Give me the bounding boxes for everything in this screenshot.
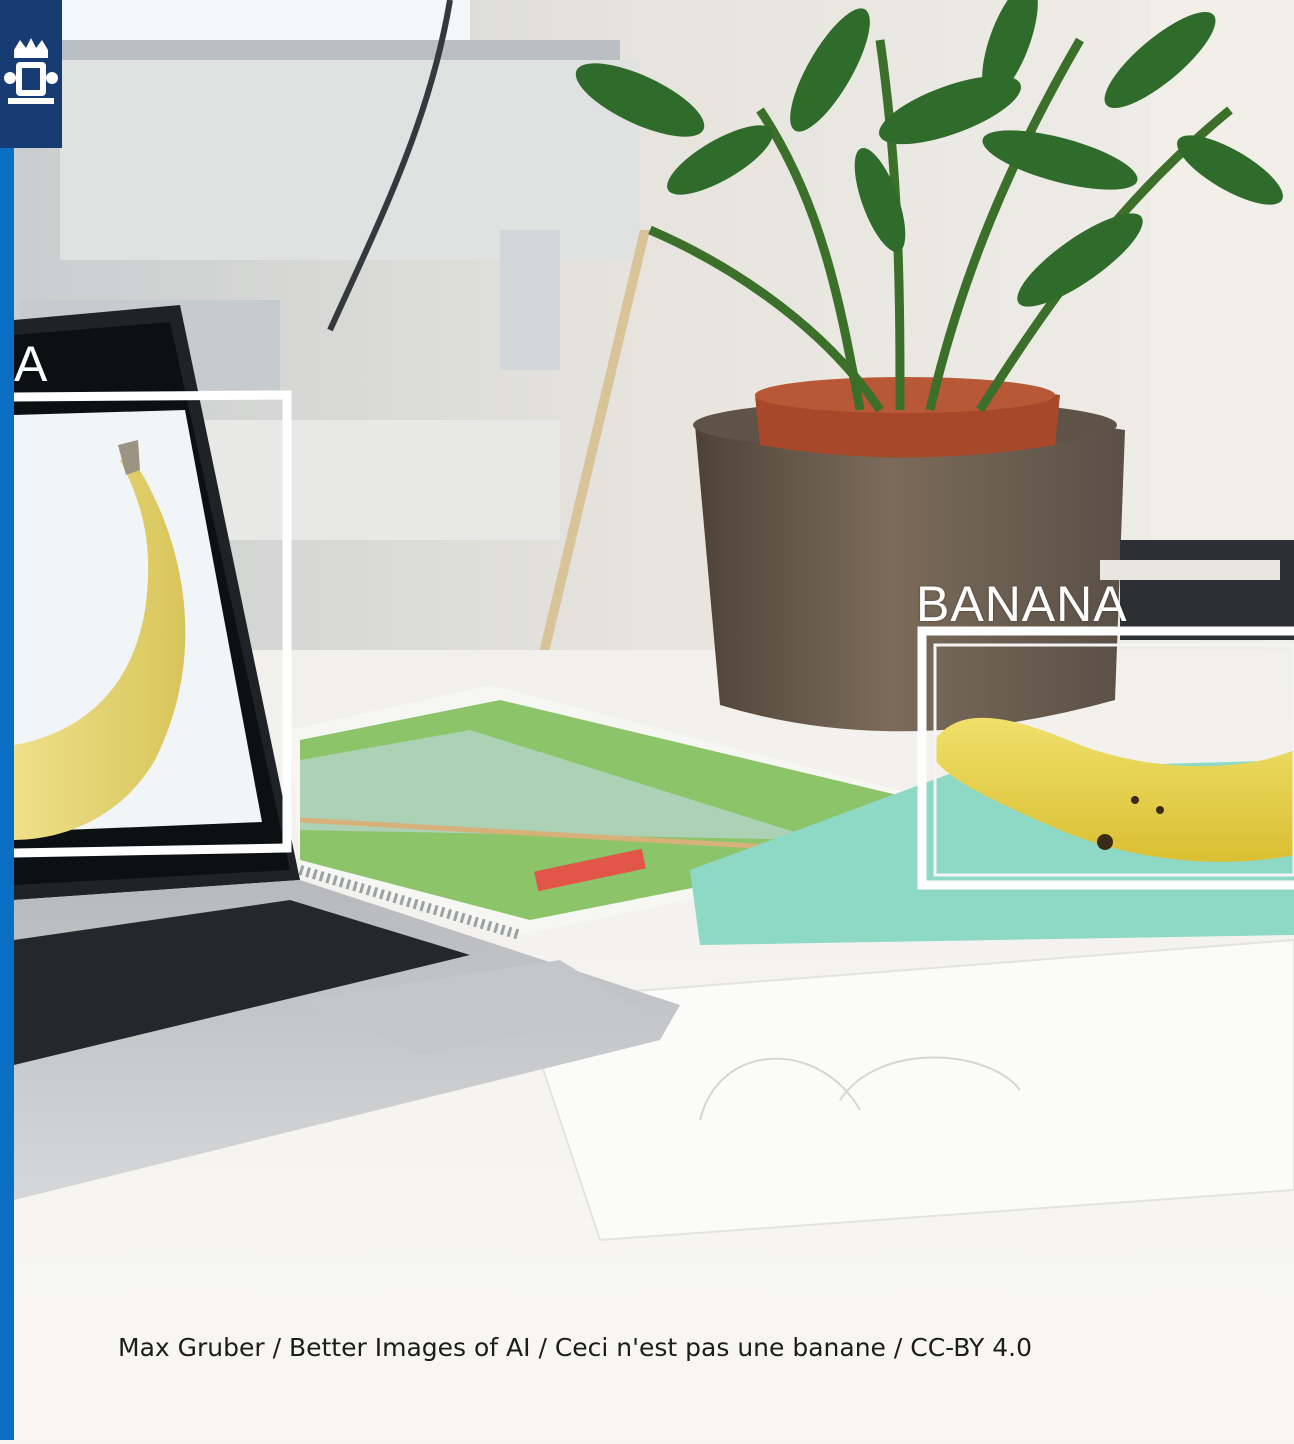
device: [1120, 540, 1294, 640]
table-detection-label: BANANA: [916, 576, 1128, 632]
plant-pot: [695, 411, 1125, 732]
accent-bar: [0, 0, 14, 1440]
window: [60, 0, 470, 40]
shelf: [180, 420, 560, 540]
logo-tile: [0, 0, 62, 148]
photo-credit: Max Gruber / Better Images of AI / Ceci …: [118, 1333, 1033, 1362]
photo-scene: [0, 0, 1294, 1440]
laptop-detection-label: A: [14, 336, 49, 392]
crown-lion-crest-icon: [4, 38, 58, 104]
